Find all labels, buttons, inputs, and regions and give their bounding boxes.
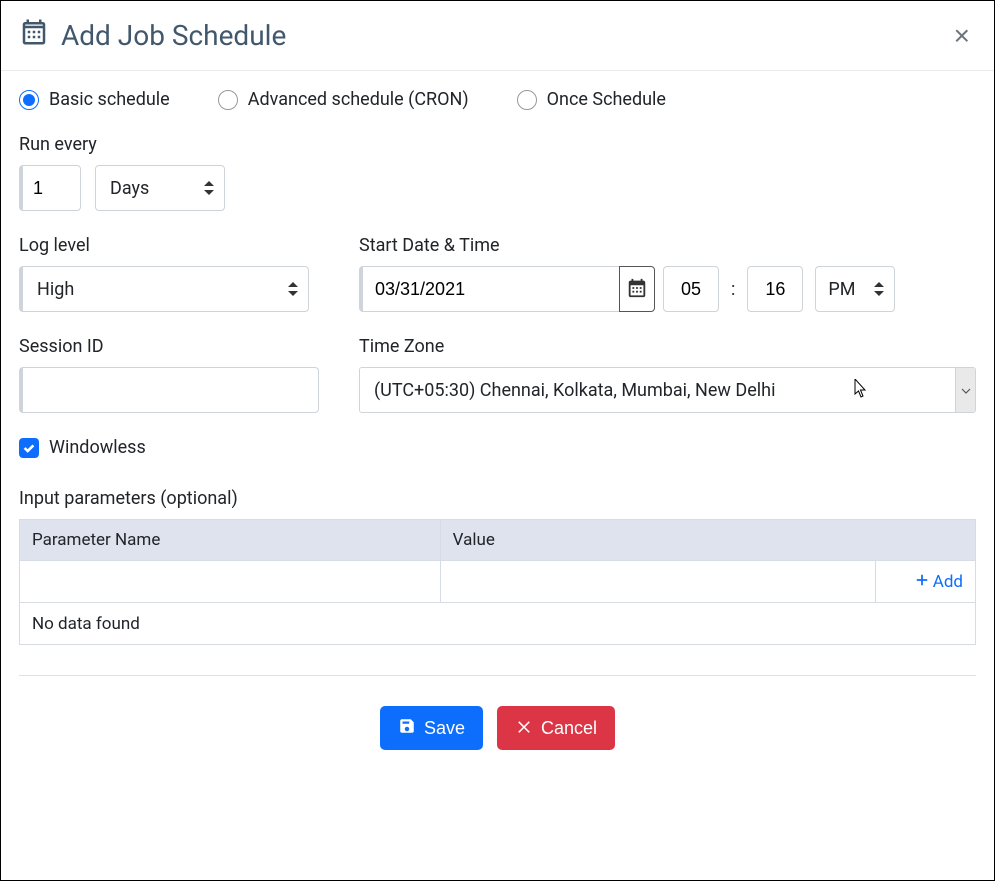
input-params-label: Input parameters (optional) [19,488,976,509]
calendar-icon [626,277,648,302]
params-input-row: Add [20,561,976,603]
run-every-label: Run every [19,134,976,155]
windowless-label: Windowless [49,437,146,458]
radio-icon [19,90,39,110]
schedule-type-group: Basic schedule Advanced schedule (CRON) … [19,89,976,110]
radio-icon [218,90,238,110]
save-icon [398,717,416,740]
log-level-text: High [37,279,74,300]
modal-header: Add Job Schedule × [1,1,994,71]
ampm-text: PM [828,279,855,300]
close-button[interactable]: × [948,22,976,50]
radio-label: Once Schedule [547,89,666,110]
timezone-field: Time Zone (UTC+05:30) Chennai, Kolkata, … [359,336,976,413]
no-data-text: No data found [20,603,976,645]
param-name-cell[interactable] [20,561,441,603]
timezone-text: (UTC+05:30) Chennai, Kolkata, Mumbai, Ne… [360,368,955,412]
minute-input[interactable] [747,266,803,312]
divider [19,675,976,676]
radio-icon [517,90,537,110]
close-icon: × [954,20,970,51]
col-value: Value [440,520,975,561]
start-date-input[interactable] [359,266,619,312]
param-value-cell[interactable] [440,561,875,603]
add-param-button[interactable]: Add [915,572,963,592]
run-every-unit-text: Days [110,178,149,199]
modal-title-text: Add Job Schedule [61,19,286,52]
cancel-button[interactable]: Cancel [497,706,615,750]
params-empty-row: No data found [20,603,976,645]
log-level-field: Log level High [19,235,329,312]
timezone-select[interactable]: (UTC+05:30) Chennai, Kolkata, Mumbai, Ne… [359,367,976,413]
col-parameter-name: Parameter Name [20,520,441,561]
windowless-checkbox-row: Windowless [19,437,976,458]
session-id-label: Session ID [19,336,329,357]
run-every-unit-select[interactable]: Days [95,165,225,211]
start-datetime-row: : PM [359,266,976,312]
cancel-icon [515,717,533,740]
add-label: Add [933,572,963,592]
run-every-row: Days [19,165,976,211]
log-level-select[interactable]: High [19,266,309,312]
modal-footer: Save Cancel [19,706,976,770]
radio-once-schedule[interactable]: Once Schedule [517,89,666,110]
calendar-icon [19,17,49,54]
timezone-label: Time Zone [359,336,976,357]
windowless-checkbox[interactable] [19,438,39,458]
chevron-updown-icon [204,181,214,195]
date-picker-button[interactable] [619,266,655,312]
radio-label: Advanced schedule (CRON) [248,89,469,110]
save-button[interactable]: Save [380,706,483,750]
input-params-table: Parameter Name Value Add [19,519,976,645]
timezone-dropdown-button[interactable] [955,368,975,412]
add-job-schedule-modal: Add Job Schedule × Basic schedule Advanc… [1,1,994,880]
start-datetime-field: Start Date & Time : PM [359,235,976,312]
modal-title: Add Job Schedule [19,17,286,54]
cancel-label: Cancel [541,718,597,739]
check-icon [22,441,36,455]
chevron-down-icon [961,381,971,400]
plus-icon [915,572,929,592]
modal-body: Basic schedule Advanced schedule (CRON) … [1,71,994,770]
time-colon: : [731,279,735,300]
ampm-select[interactable]: PM [815,266,895,312]
save-label: Save [424,718,465,739]
radio-advanced-schedule[interactable]: Advanced schedule (CRON) [218,89,469,110]
chevron-updown-icon [288,282,298,296]
session-id-field: Session ID [19,336,329,413]
chevron-updown-icon [874,282,884,296]
radio-label: Basic schedule [49,89,170,110]
run-every-value-input[interactable] [19,165,81,211]
log-level-label: Log level [19,235,329,256]
start-datetime-label: Start Date & Time [359,235,976,256]
radio-basic-schedule[interactable]: Basic schedule [19,89,170,110]
session-id-input[interactable] [19,367,319,413]
hour-input[interactable] [663,266,719,312]
